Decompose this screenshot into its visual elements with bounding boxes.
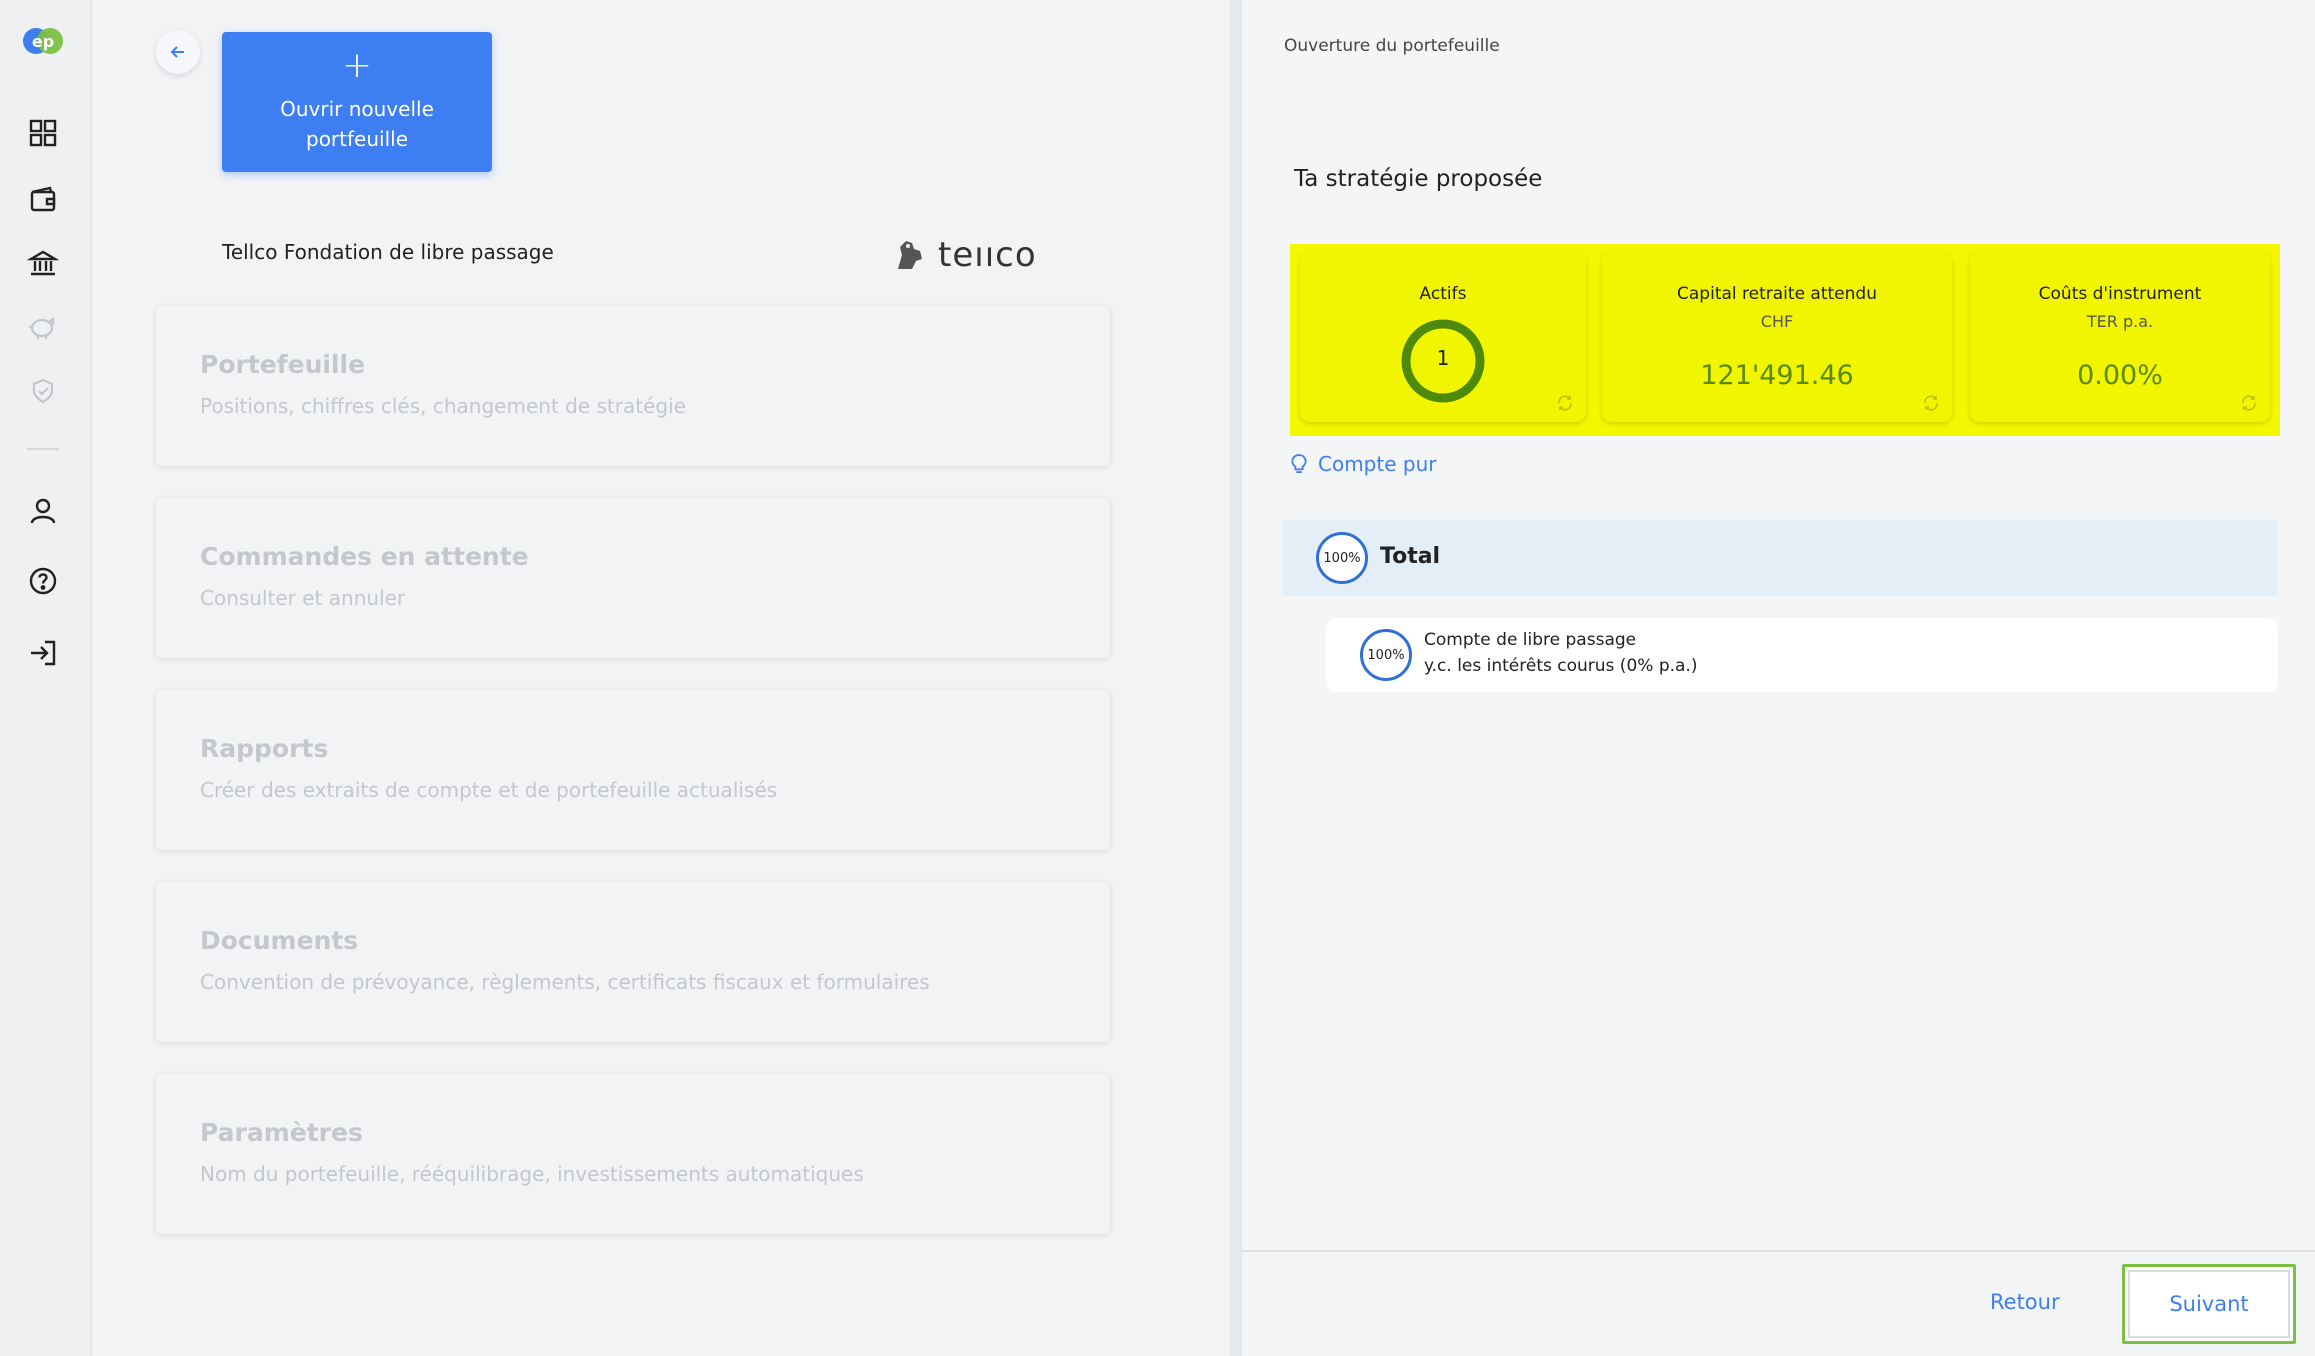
portfolio-opening-panel: Ouverture du portefeuille Ta stratégie p… [1242,0,2315,1356]
card-pending-orders[interactable]: Commandes en attente Consulter et annule… [156,498,1110,658]
total-label: Total [1380,544,1441,569]
card-subtitle: Nom du portefeuille, rééquilibrage, inve… [200,1162,864,1186]
card-title: Portefeuille [200,350,366,379]
help-icon[interactable] [26,564,60,598]
card-title: Paramètres [200,1118,363,1147]
kpi-highlight-area: Actifs 1 Capital retraite attendu CHF 12… [1290,244,2280,436]
sidebar-divider [27,448,59,450]
card-subtitle: Consulter et annuler [200,586,406,610]
tellco-horse-icon [898,241,922,269]
assets-donut: 1 [1400,318,1486,404]
sidebar: ep [0,0,92,1356]
app-logo[interactable]: ep [22,26,64,56]
strategy-hint[interactable]: Compte pur [1290,452,1436,476]
plus-icon: + [341,45,373,86]
dashboard-grid-icon[interactable] [26,116,60,150]
portfolio-menu-panel: + Ouvrir nouvelle portfeuille Tellco Fon… [94,0,1230,1356]
card-title: Rapports [200,734,329,763]
wallet-icon[interactable] [26,182,60,216]
kpi-assets-value: 1 [1436,346,1450,370]
kpi-assets-card: Actifs 1 [1300,252,1586,422]
card-title: Documents [200,926,359,955]
card-settings[interactable]: Paramètres Nom du portefeuille, rééquili… [156,1074,1110,1234]
back-arrow-button[interactable] [156,30,200,74]
strategy-title: Ta stratégie proposée [1294,166,1543,192]
card-subtitle: Positions, chiffres clés, changement de … [200,394,686,418]
logo-text: ep [32,32,54,51]
refresh-icon[interactable] [1922,394,1940,412]
kpi-assets-title: Actifs [1419,284,1467,304]
kpi-costs-subtitle: TER p.a. [2086,312,2154,331]
foundation-name: Tellco Fondation de libre passage [222,240,554,264]
kpi-costs-value: 0.00% [2077,360,2163,391]
card-reports[interactable]: Rapports Créer des extraits de compte et… [156,690,1110,850]
next-button[interactable]: Suivant [2122,1264,2296,1344]
card-portfolio[interactable]: Portefeuille Positions, chiffres clés, c… [156,306,1110,466]
breadcrumb: Ouverture du portefeuille [1284,36,1500,56]
item-description: y.c. les intérêts courus (0% p.a.) [1424,656,1698,676]
bank-icon[interactable] [26,246,60,280]
refresh-icon[interactable] [2240,394,2258,412]
allocation-item: 100% Compte de libre passage y.c. les in… [1326,618,2278,692]
hint-label: Compte pur [1318,452,1437,476]
card-documents[interactable]: Documents Convention de prévoyance, règl… [156,882,1110,1042]
piggy-bank-icon [26,310,60,344]
arrow-left-icon [170,46,184,58]
item-percent-ring: 100% [1360,629,1412,681]
card-title: Commandes en attente [200,542,529,571]
tellco-brand-text: teııco [938,235,1037,275]
kpi-costs-card: Coûts d'instrument TER p.a. 0.00% [1970,252,2270,422]
kpi-capital-subtitle: CHF [1760,312,1794,331]
kpi-capital-title: Capital retraite attendu [1677,284,1877,304]
shield-icon [26,374,60,408]
refresh-icon[interactable] [1556,394,1574,412]
wizard-footer: Retour Suivant [1242,1250,2315,1356]
lightbulb-icon [1291,454,1307,473]
kpi-capital-value: 121'491.46 [1700,360,1854,391]
user-icon[interactable] [26,494,60,528]
open-new-portfolio-button[interactable]: + Ouvrir nouvelle portfeuille [222,32,492,172]
card-subtitle: Convention de prévoyance, règlements, ce… [200,970,930,994]
total-row: 100% Total [1282,520,2278,596]
total-percent-ring: 100% [1316,532,1368,584]
kpi-capital-card: Capital retraite attendu CHF 121'491.46 [1602,252,1952,422]
panel-separator [1230,0,1242,1356]
open-new-portfolio-label: Ouvrir nouvelle portfeuille [280,97,434,151]
card-subtitle: Créer des extraits de compte et de porte… [200,778,778,802]
logout-icon[interactable] [26,636,60,670]
tellco-logo: teııco [890,232,1037,278]
back-button[interactable]: Retour [1990,1290,2060,1314]
next-button-label: Suivant [2169,1292,2249,1316]
kpi-costs-title: Coûts d'instrument [2038,284,2202,304]
item-name: Compte de libre passage [1424,630,1637,650]
